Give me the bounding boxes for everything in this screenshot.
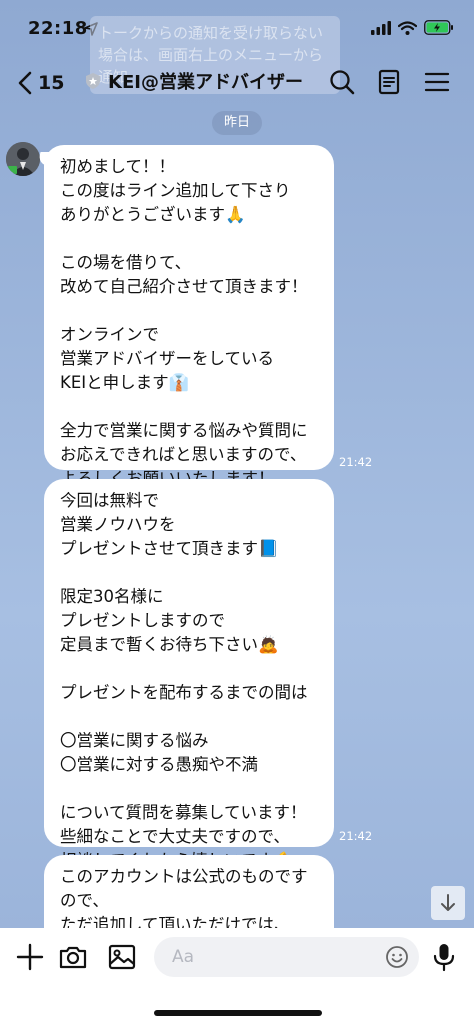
microphone-icon[interactable] bbox=[429, 942, 459, 972]
chat-header: 15 KEI@営業アドバイザー bbox=[0, 58, 474, 108]
status-time: 22:18 bbox=[28, 18, 88, 39]
scroll-to-bottom-button[interactable] bbox=[431, 886, 465, 920]
message-bubble[interactable]: 初めまして！！ この度はライン追加して下さり ありがとうございます🙏 この場を借… bbox=[44, 145, 334, 488]
message-bubble[interactable]: 今回は無料で 営業ノウハウを プレゼントさせて頂きます📘 限定30名様に プレゼ… bbox=[44, 479, 334, 870]
back-chevron-icon bbox=[18, 71, 32, 95]
chat-title: KEI@営業アドバイザー bbox=[108, 72, 303, 93]
notes-icon[interactable] bbox=[375, 68, 403, 96]
wifi-icon bbox=[398, 20, 417, 35]
message-time: 21:42 bbox=[339, 455, 373, 469]
avatar-image bbox=[6, 142, 40, 176]
message-time: 21:42 bbox=[339, 829, 373, 843]
emoji-icon[interactable] bbox=[385, 945, 409, 969]
arrow-down-icon bbox=[441, 894, 455, 911]
home-indicator bbox=[154, 1010, 322, 1016]
cellular-signal-icon bbox=[371, 20, 391, 35]
menu-icon[interactable] bbox=[423, 68, 451, 96]
search-icon[interactable] bbox=[328, 68, 356, 96]
status-icons bbox=[371, 20, 454, 35]
unread-count: 15 bbox=[38, 72, 65, 94]
message-input[interactable]: Aa bbox=[154, 937, 419, 977]
input-placeholder: Aa bbox=[172, 947, 195, 967]
chat-title-group[interactable]: KEI@営業アドバイザー bbox=[84, 68, 303, 94]
plus-icon[interactable] bbox=[15, 942, 45, 972]
image-icon[interactable] bbox=[107, 942, 137, 972]
back-button[interactable]: 15 bbox=[18, 66, 64, 100]
camera-icon[interactable] bbox=[58, 942, 88, 972]
battery-charging-icon bbox=[424, 20, 453, 35]
date-separator: 昨日 bbox=[212, 111, 262, 135]
message-input-bar: Aa bbox=[0, 928, 474, 1024]
shield-badge-icon bbox=[86, 73, 100, 89]
sender-avatar[interactable] bbox=[6, 142, 40, 176]
